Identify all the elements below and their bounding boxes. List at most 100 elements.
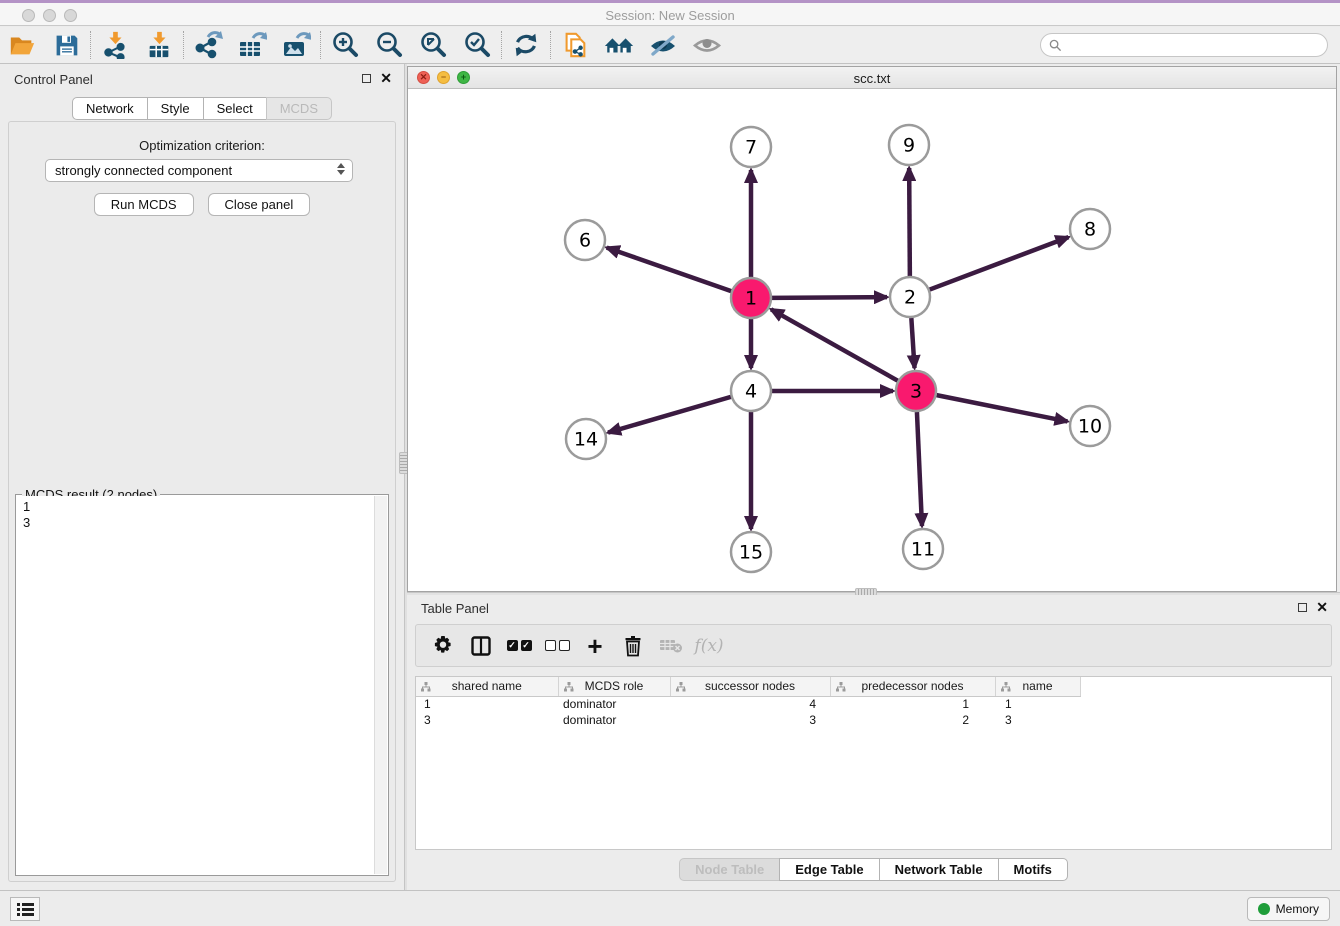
network-graph[interactable]: 1 2 3 4 6 7 8 9 10 11 14 15 xyxy=(408,89,1336,591)
table-cell[interactable]: 1 xyxy=(995,696,1080,712)
open-session-icon[interactable] xyxy=(0,29,44,61)
close-panel-icon[interactable]: ✕ xyxy=(380,72,392,84)
add-column-icon[interactable]: + xyxy=(578,630,612,662)
search-field[interactable] xyxy=(1040,33,1328,57)
column-header-predecessor-nodes[interactable]: predecessor nodes xyxy=(830,677,995,696)
edge-3-10[interactable] xyxy=(937,395,1068,421)
node-15[interactable]: 15 xyxy=(731,532,771,572)
close-panel-button[interactable]: Close panel xyxy=(208,193,311,216)
result-scrollbar[interactable] xyxy=(374,496,387,874)
table-row[interactable]: 3dominator323 xyxy=(416,712,1080,728)
unselect-all-icon[interactable]: ✓✓ xyxy=(540,630,574,662)
delete-table-icon xyxy=(654,630,688,662)
column-header-successor-nodes[interactable]: successor nodes xyxy=(670,677,830,696)
edge-4-14[interactable] xyxy=(608,397,731,433)
mcds-panel: Optimization criterion: strongly connect… xyxy=(8,121,396,882)
edge-2-3[interactable] xyxy=(911,318,914,368)
task-history-button[interactable] xyxy=(10,897,40,921)
tab-network[interactable]: Network xyxy=(72,97,148,120)
control-panel-tabs: NetworkStyleSelectMCDS xyxy=(0,97,404,120)
delete-column-icon[interactable] xyxy=(616,630,650,662)
network-canvas[interactable]: 1 2 3 4 6 7 8 9 10 11 14 15 xyxy=(408,89,1336,591)
import-table-icon[interactable] xyxy=(137,29,181,61)
refresh-layout-icon[interactable] xyxy=(504,29,548,61)
node-2[interactable]: 2 xyxy=(890,277,930,317)
node-10[interactable]: 10 xyxy=(1070,406,1110,446)
export-network-icon[interactable] xyxy=(186,29,230,61)
tab-network-table[interactable]: Network Table xyxy=(879,858,999,881)
table-cell[interactable]: 1 xyxy=(830,696,995,712)
table-row[interactable]: 1dominator411 xyxy=(416,696,1080,712)
tab-style[interactable]: Style xyxy=(147,97,204,120)
tab-node-table[interactable]: Node Table xyxy=(679,858,780,881)
edge-2-8[interactable] xyxy=(930,237,1069,289)
tab-select[interactable]: Select xyxy=(203,97,267,120)
edge-3-1[interactable] xyxy=(771,309,898,380)
search-input[interactable] xyxy=(1066,38,1327,52)
table-cell[interactable]: 2 xyxy=(830,712,995,728)
home-icon[interactable] xyxy=(597,29,641,61)
select-all-icon[interactable]: ✓✓ xyxy=(502,630,536,662)
node-3[interactable]: 3 xyxy=(896,371,936,411)
zoom-selected-icon[interactable] xyxy=(455,29,499,61)
float-table-panel-icon[interactable] xyxy=(1298,603,1307,612)
close-table-panel-icon[interactable]: ✕ xyxy=(1316,601,1328,613)
node-1[interactable]: 1 xyxy=(731,278,771,318)
zoom-in-icon[interactable] xyxy=(323,29,367,61)
table-cell[interactable]: 1 xyxy=(416,696,558,712)
column-header-MCDS-role[interactable]: MCDS role xyxy=(558,677,670,696)
toolbar-separator xyxy=(183,31,184,59)
run-mcds-button[interactable]: Run MCDS xyxy=(94,193,194,216)
function-builder-icon: f(x) xyxy=(692,630,726,662)
mcds-result-list[interactable]: 13 xyxy=(17,496,374,874)
tab-mcds[interactable]: MCDS xyxy=(266,97,332,120)
show-eye-icon[interactable] xyxy=(685,29,729,61)
table-cell[interactable]: dominator xyxy=(558,696,670,712)
memory-button[interactable]: Memory xyxy=(1247,897,1330,921)
chevron-updown-icon xyxy=(337,163,345,175)
node-9[interactable]: 9 xyxy=(889,125,929,165)
hide-eye-icon[interactable] xyxy=(641,29,685,61)
network-window-titlebar[interactable]: ✕ − + scc.txt xyxy=(408,67,1336,89)
app-titlebar: Session: New Session xyxy=(0,0,1340,26)
node-8[interactable]: 8 xyxy=(1070,209,1110,249)
column-header-name[interactable]: name xyxy=(995,677,1080,696)
tab-motifs[interactable]: Motifs xyxy=(998,858,1068,881)
optimization-criterion-select[interactable]: strongly connected component xyxy=(45,159,353,182)
float-panel-icon[interactable] xyxy=(362,74,371,83)
column-header-shared-name[interactable]: shared name xyxy=(416,677,558,696)
node-4[interactable]: 4 xyxy=(731,371,771,411)
node-label: 9 xyxy=(903,135,915,157)
copy-network-icon[interactable] xyxy=(553,29,597,61)
table-cell[interactable]: 4 xyxy=(670,696,830,712)
node-6[interactable]: 6 xyxy=(565,220,605,260)
node-label: 15 xyxy=(739,542,763,564)
node-label: 7 xyxy=(745,137,757,159)
node-14[interactable]: 14 xyxy=(566,419,606,459)
table-cell[interactable]: 3 xyxy=(416,712,558,728)
export-image-icon[interactable] xyxy=(274,29,318,61)
edge-3-11[interactable] xyxy=(917,412,922,526)
node-label: 1 xyxy=(745,288,757,310)
table-panel-title: Table Panel xyxy=(421,601,489,616)
node-7[interactable]: 7 xyxy=(731,127,771,167)
table-cell[interactable]: 3 xyxy=(670,712,830,728)
edge-1-2[interactable] xyxy=(772,297,887,298)
table-cell[interactable]: dominator xyxy=(558,712,670,728)
settings-gear-icon[interactable] xyxy=(426,630,460,662)
node-label: 6 xyxy=(579,230,591,252)
node-label: 2 xyxy=(904,287,916,309)
edge-1-6[interactable] xyxy=(607,248,731,291)
zoom-out-icon[interactable] xyxy=(367,29,411,61)
tab-edge-table[interactable]: Edge Table xyxy=(779,858,879,881)
export-table-icon[interactable] xyxy=(230,29,274,61)
table-cell[interactable]: 3 xyxy=(995,712,1080,728)
node-table[interactable]: shared nameMCDS rolesuccessor nodesprede… xyxy=(415,676,1332,850)
import-network-icon[interactable] xyxy=(93,29,137,61)
edge-2-9[interactable] xyxy=(909,168,910,276)
split-panel-icon[interactable] xyxy=(464,630,498,662)
node-11[interactable]: 11 xyxy=(903,529,943,569)
zoom-fit-icon[interactable] xyxy=(411,29,455,61)
save-session-icon[interactable] xyxy=(44,29,88,61)
toolbar-separator xyxy=(90,31,91,59)
